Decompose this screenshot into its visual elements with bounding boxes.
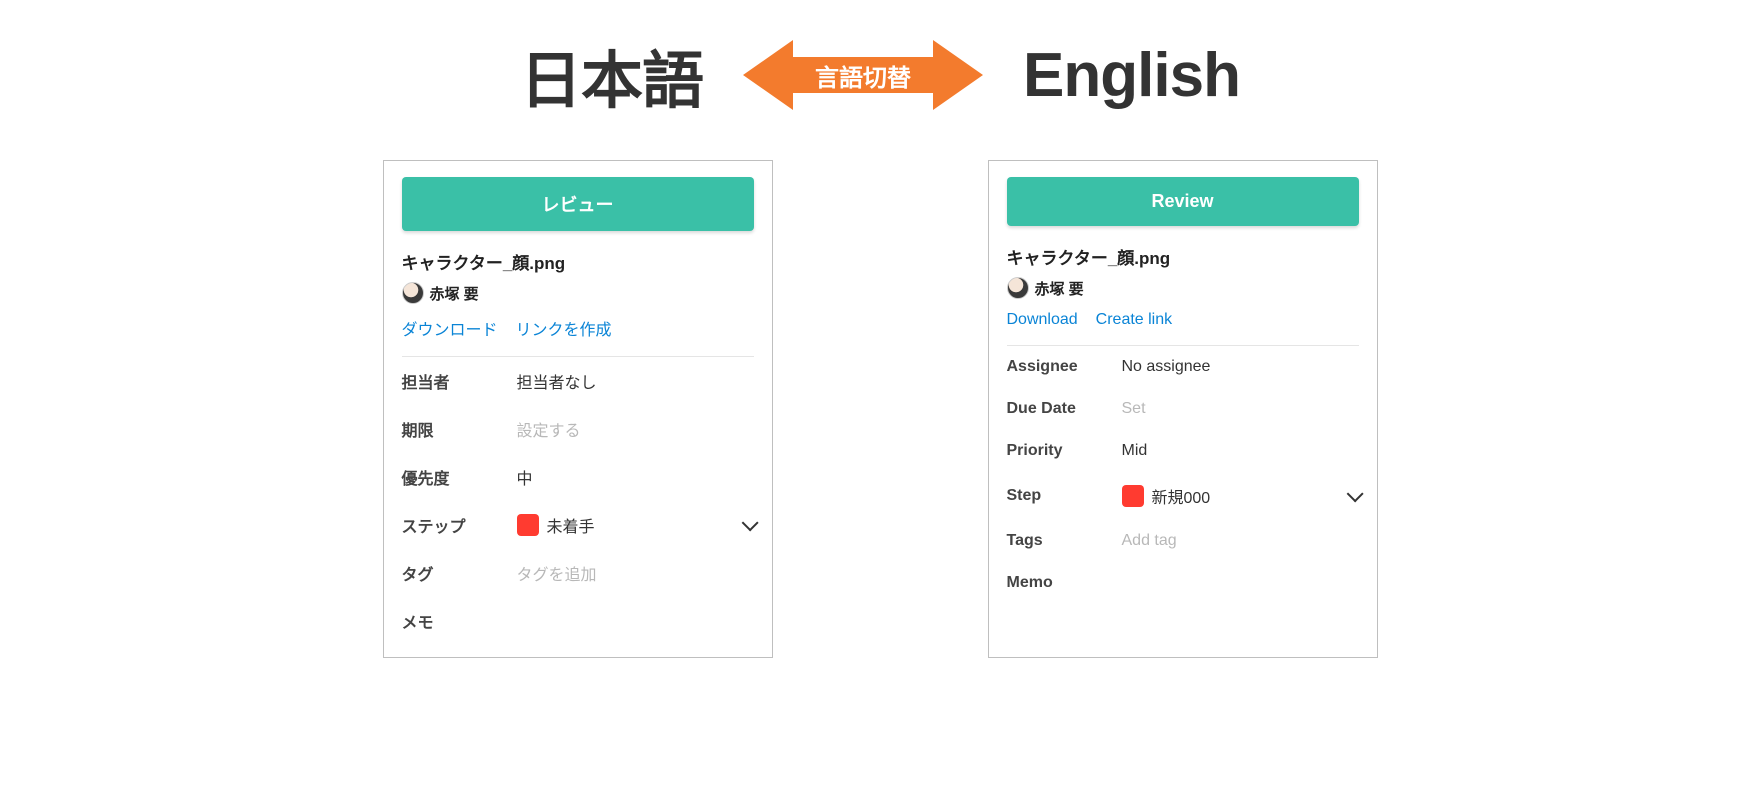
due-date-value: Set (1122, 400, 1359, 418)
tags-row[interactable]: タグ タグを追加 (402, 549, 754, 597)
step-value: 新規000 (1152, 484, 1211, 508)
priority-label: 優先度 (402, 465, 517, 489)
arrow-label: 言語切替 (815, 58, 911, 93)
avatar (402, 282, 424, 304)
tags-row[interactable]: Tags Add tag (1007, 520, 1359, 562)
due-date-row[interactable]: Due Date Set (1007, 388, 1359, 430)
owner-row: 赤塚 要 (402, 282, 754, 304)
download-link[interactable]: ダウンロード (402, 316, 498, 340)
due-date-row[interactable]: 期限 設定する (402, 405, 754, 453)
owner-name: 赤塚 要 (1035, 278, 1084, 299)
chevron-down-icon (1346, 485, 1363, 502)
tags-value: タグを追加 (517, 561, 754, 585)
header-row: 日本語 言語切替 English (0, 0, 1760, 120)
tags-value: Add tag (1122, 532, 1359, 550)
link-row: Download Create link (1007, 311, 1359, 346)
avatar (1007, 277, 1029, 299)
step-row[interactable]: Step 新規000 (1007, 472, 1359, 520)
assignee-row[interactable]: Assignee No assignee (1007, 346, 1359, 388)
step-label: Step (1007, 487, 1122, 505)
english-title: English (1023, 40, 1240, 111)
step-color-swatch (1122, 485, 1144, 507)
review-button[interactable]: Review (1007, 177, 1359, 226)
step-value-wrap: 新規000 (1122, 484, 1359, 508)
chevron-down-icon (741, 514, 758, 531)
filename: キャラクター_顔.png (1007, 244, 1359, 269)
step-value: 未着手 (547, 513, 595, 537)
memo-row[interactable]: Memo (1007, 562, 1359, 604)
owner-name: 赤塚 要 (430, 283, 479, 304)
assignee-value: No assignee (1122, 358, 1359, 376)
priority-value: 中 (517, 465, 754, 489)
memo-row[interactable]: メモ (402, 597, 754, 645)
language-switch-arrow: 言語切替 (743, 35, 983, 115)
panel-english: Review キャラクター_顔.png 赤塚 要 Download Create… (988, 160, 1378, 658)
step-label: ステップ (402, 513, 517, 537)
download-link[interactable]: Download (1007, 311, 1078, 329)
memo-label: Memo (1007, 574, 1122, 592)
step-row[interactable]: ステップ 未着手 (402, 501, 754, 549)
create-link-link[interactable]: Create link (1096, 311, 1172, 329)
step-color-swatch (517, 514, 539, 536)
due-date-label: 期限 (402, 417, 517, 441)
priority-label: Priority (1007, 442, 1122, 460)
japanese-title: 日本語 (520, 30, 703, 120)
assignee-row[interactable]: 担当者 担当者なし (402, 357, 754, 405)
tags-label: Tags (1007, 532, 1122, 550)
create-link-link[interactable]: リンクを作成 (516, 316, 612, 340)
priority-row[interactable]: Priority Mid (1007, 430, 1359, 472)
priority-row[interactable]: 優先度 中 (402, 453, 754, 501)
due-date-label: Due Date (1007, 400, 1122, 418)
link-row: ダウンロード リンクを作成 (402, 316, 754, 357)
filename: キャラクター_顔.png (402, 249, 754, 274)
panels-row: レビュー キャラクター_顔.png 赤塚 要 ダウンロード リンクを作成 担当者… (0, 160, 1760, 658)
assignee-label: 担当者 (402, 369, 517, 393)
memo-label: メモ (402, 609, 517, 633)
panel-japanese: レビュー キャラクター_顔.png 赤塚 要 ダウンロード リンクを作成 担当者… (383, 160, 773, 658)
assignee-label: Assignee (1007, 358, 1122, 376)
tags-label: タグ (402, 561, 517, 585)
step-value-wrap: 未着手 (517, 513, 754, 537)
assignee-value: 担当者なし (517, 369, 754, 393)
review-button[interactable]: レビュー (402, 177, 754, 231)
owner-row: 赤塚 要 (1007, 277, 1359, 299)
due-date-value: 設定する (517, 417, 754, 441)
priority-value: Mid (1122, 442, 1359, 460)
